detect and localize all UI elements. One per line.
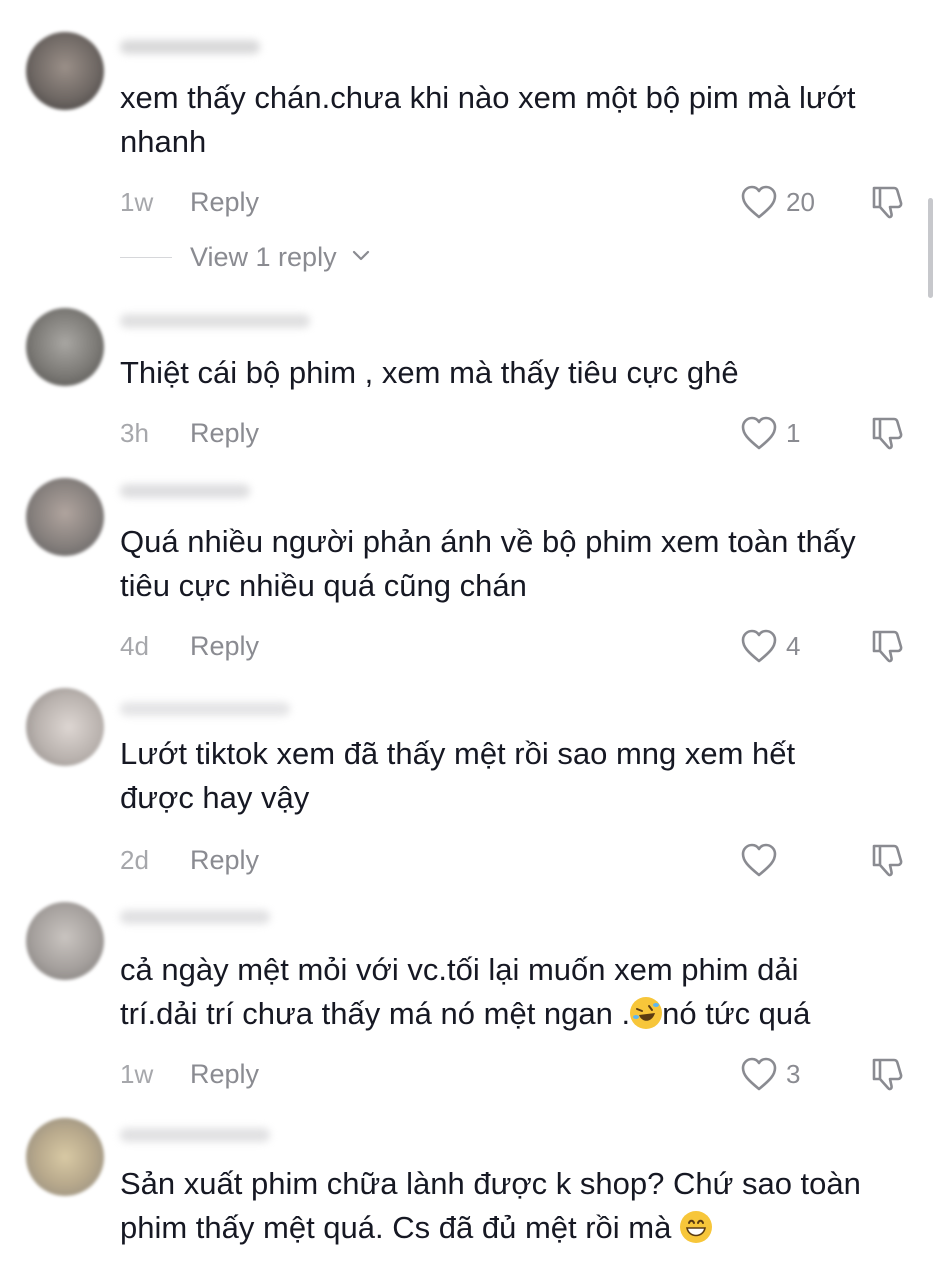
avatar[interactable] [26,32,104,110]
comment-text: cả ngày mệt mỏi với vc.tối lại muốn xem … [120,948,920,1036]
reply-button[interactable]: Reply [190,182,259,222]
comment-text-part: Sản xuất phim chữa lành được k shop? Chứ… [120,1166,861,1245]
comment-time: 2d [120,845,149,875]
avatar[interactable] [26,478,104,556]
comment-text-part: nó tức quá [662,996,811,1031]
comment-text: xem thấy chán.chưa khi nào xem một bộ pi… [120,80,856,159]
reply-button[interactable]: Reply [190,1054,259,1094]
like-button[interactable]: 4 [740,626,800,666]
heart-icon [740,184,778,220]
comment-text: Lướt tiktok xem đã thấy mệt rồi sao mng … [120,736,796,815]
comment-time: 1w [120,1059,154,1089]
like-button[interactable]: 20 [740,182,815,222]
username-blurred[interactable] [120,910,270,924]
reply-button[interactable]: Reply [190,840,259,880]
comment-text: Sản xuất phim chữa lành được k shop? Chứ… [120,1162,920,1250]
username-blurred[interactable] [120,40,260,54]
chevron-down-icon [352,249,370,268]
avatar[interactable] [26,902,104,980]
grinning-face-emoji-icon [679,1211,712,1243]
username-blurred[interactable] [120,1128,270,1142]
username-blurred[interactable] [120,484,250,498]
view-replies-button[interactable]: View 1 reply [120,237,390,277]
dislike-icon[interactable] [868,627,906,670]
username-blurred[interactable] [120,314,310,328]
comment-text: Quá nhiều người phản ánh về bộ phim xem … [120,524,856,603]
reply-button[interactable]: Reply [190,626,259,666]
divider [120,257,172,258]
comment-actions: 4d Reply 4 [120,626,940,666]
scrollbar[interactable] [928,198,933,298]
dislike-icon[interactable] [868,1055,906,1098]
like-button[interactable]: 3 [740,1054,800,1094]
heart-icon [740,415,778,451]
like-button[interactable] [740,840,786,880]
avatar[interactable] [26,1118,104,1196]
comment-actions: 1w Reply 20 [120,182,940,222]
comment-time: 4d [120,631,149,661]
like-count: 1 [786,418,801,448]
comment-actions: 2d Reply [120,840,940,880]
rolling-on-floor-laughing-emoji-icon [630,997,663,1029]
like-count: 4 [786,631,801,661]
dislike-icon[interactable] [868,841,906,884]
comment-actions: 1w Reply 3 [120,1054,940,1094]
like-button[interactable]: 1 [740,413,800,453]
heart-icon [740,1056,778,1092]
comment-time: 3h [120,418,149,448]
heart-icon [740,628,778,664]
like-count: 3 [786,1059,801,1089]
reply-button[interactable]: Reply [190,413,259,453]
comment-actions: 3h Reply 1 [120,413,940,453]
dislike-icon[interactable] [868,183,906,226]
view-replies-label: View 1 reply [190,242,337,272]
comment-text: Thiệt cái bộ phim , xem mà thấy tiêu cực… [120,355,739,390]
like-count: 20 [786,187,815,217]
comment-time: 1w [120,187,154,217]
avatar[interactable] [26,688,104,766]
avatar[interactable] [26,308,104,386]
heart-icon [740,842,778,878]
username-blurred[interactable] [120,702,290,716]
dislike-icon[interactable] [868,414,906,457]
